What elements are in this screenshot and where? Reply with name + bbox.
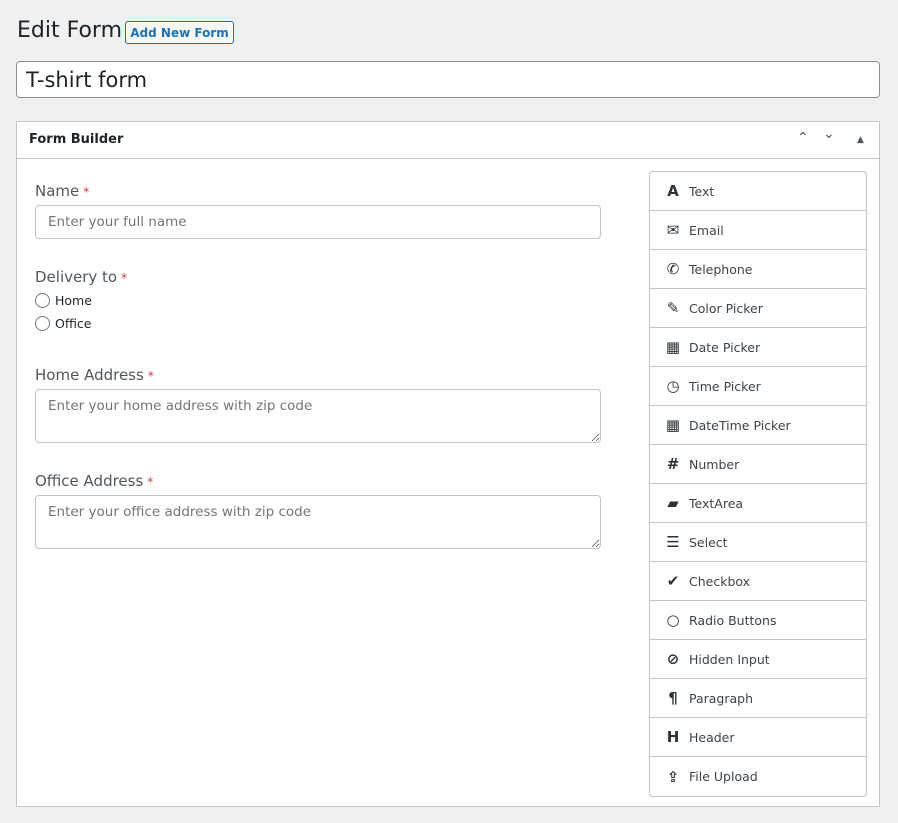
palette-item-time-picker[interactable]: ◷ Time Picker (650, 367, 866, 406)
office-address-textarea[interactable] (35, 495, 601, 549)
palette-item-hidden-input[interactable]: ⊘ Hidden Input (650, 640, 866, 679)
paragraph-icon: ¶ (668, 689, 678, 707)
palette-item-datetime-picker[interactable]: ▦ DateTime Picker (650, 406, 866, 445)
phone-icon: ✆ (666, 260, 680, 278)
eyedropper-icon: ✎ (666, 299, 680, 317)
palette-item-label: Text (689, 183, 715, 199)
palette-item-color-picker[interactable]: ✎ Color Picker (650, 289, 866, 328)
palette-item-number[interactable]: # Number (650, 445, 866, 484)
home-address-textarea[interactable] (35, 389, 601, 443)
list-icon: ☰ (666, 533, 680, 551)
envelope-icon: ✉ (666, 221, 680, 239)
add-new-form-button[interactable]: Add New Form (125, 21, 234, 44)
palette-item-telephone[interactable]: ✆ Telephone (650, 250, 866, 289)
palette-item-textarea[interactable]: ▰ TextArea (650, 484, 866, 523)
radio-office[interactable]: Office (35, 316, 92, 331)
palette-item-label: Telephone (689, 261, 753, 277)
palette-item-file-upload[interactable]: ⇪ File Upload (650, 757, 866, 796)
required-marker: * (83, 185, 90, 199)
clock-icon: ◷ (666, 377, 680, 395)
palette-item-label: Hidden Input (689, 651, 770, 667)
palette-item-text[interactable]: A Text (650, 172, 866, 211)
palette-item-header[interactable]: H Header (650, 718, 866, 757)
home-address-label: Home Address * (35, 366, 154, 384)
page-title: Edit Form (17, 18, 123, 43)
palette-item-label: TextArea (689, 495, 744, 511)
palette-item-label: Select (689, 534, 728, 550)
name-input[interactable] (35, 205, 601, 239)
palette-item-label: Radio Buttons (689, 612, 777, 628)
name-label: Name * (35, 182, 90, 200)
move-up-icon[interactable]: ⌃ (797, 130, 809, 146)
delivery-label: Delivery to * (35, 268, 128, 286)
circle-icon: ○ (666, 611, 680, 629)
field-palette: A Text ✉ Email ✆ Telephone ✎ Color Picker ▦ Date … (649, 171, 867, 797)
palette-item-email[interactable]: ✉ Email (650, 211, 866, 250)
palette-item-select[interactable]: ☰ Select (650, 523, 866, 562)
palette-item-paragraph[interactable]: ¶ Paragraph (650, 679, 866, 718)
palette-item-label: Color Picker (689, 300, 763, 316)
comment-icon: ▰ (667, 494, 679, 512)
form-name-input[interactable] (16, 61, 880, 98)
text-icon: A (667, 182, 679, 200)
palette-item-label: Email (689, 222, 724, 238)
calendar-icon: ▦ (665, 416, 681, 434)
palette-item-label: DateTime Picker (689, 417, 791, 433)
radio-office-input[interactable] (35, 316, 50, 331)
collapse-toggle-icon[interactable]: ▲ (857, 135, 864, 145)
palette-item-label: Time Picker (689, 378, 761, 394)
palette-item-label: Date Picker (689, 339, 761, 355)
calendar-icon: ▦ (665, 338, 681, 356)
palette-item-label: Checkbox (689, 573, 751, 589)
palette-item-label: Header (689, 729, 735, 745)
palette-item-date-picker[interactable]: ▦ Date Picker (650, 328, 866, 367)
palette-item-radio-buttons[interactable]: ○ Radio Buttons (650, 601, 866, 640)
eye-slash-icon: ⊘ (666, 650, 680, 668)
radio-home[interactable]: Home (35, 293, 92, 308)
required-marker: * (121, 271, 128, 285)
upload-icon: ⇪ (666, 767, 680, 786)
panel-title: Form Builder (29, 132, 124, 147)
palette-item-label: Paragraph (689, 690, 754, 706)
form-builder-panel: Form Builder ⌃ ⌄ ▲ Name* Delivery to* Ho… (16, 121, 880, 807)
palette-item-checkbox[interactable]: ✔ Checkbox (650, 562, 866, 601)
palette-item-label: File Upload (689, 769, 758, 784)
move-down-icon[interactable]: ⌄ (823, 126, 835, 142)
panel-header: Form Builder ⌃ ⌄ ▲ (17, 122, 879, 159)
hash-icon: # (666, 455, 680, 473)
office-address-label: Office Address * (35, 472, 154, 490)
required-marker: * (147, 475, 154, 489)
header-icon: H (666, 728, 680, 746)
check-circle-icon: ✔ (666, 572, 680, 590)
required-marker: * (147, 369, 154, 383)
palette-item-label: Number (689, 456, 740, 472)
radio-home-input[interactable] (35, 293, 50, 308)
